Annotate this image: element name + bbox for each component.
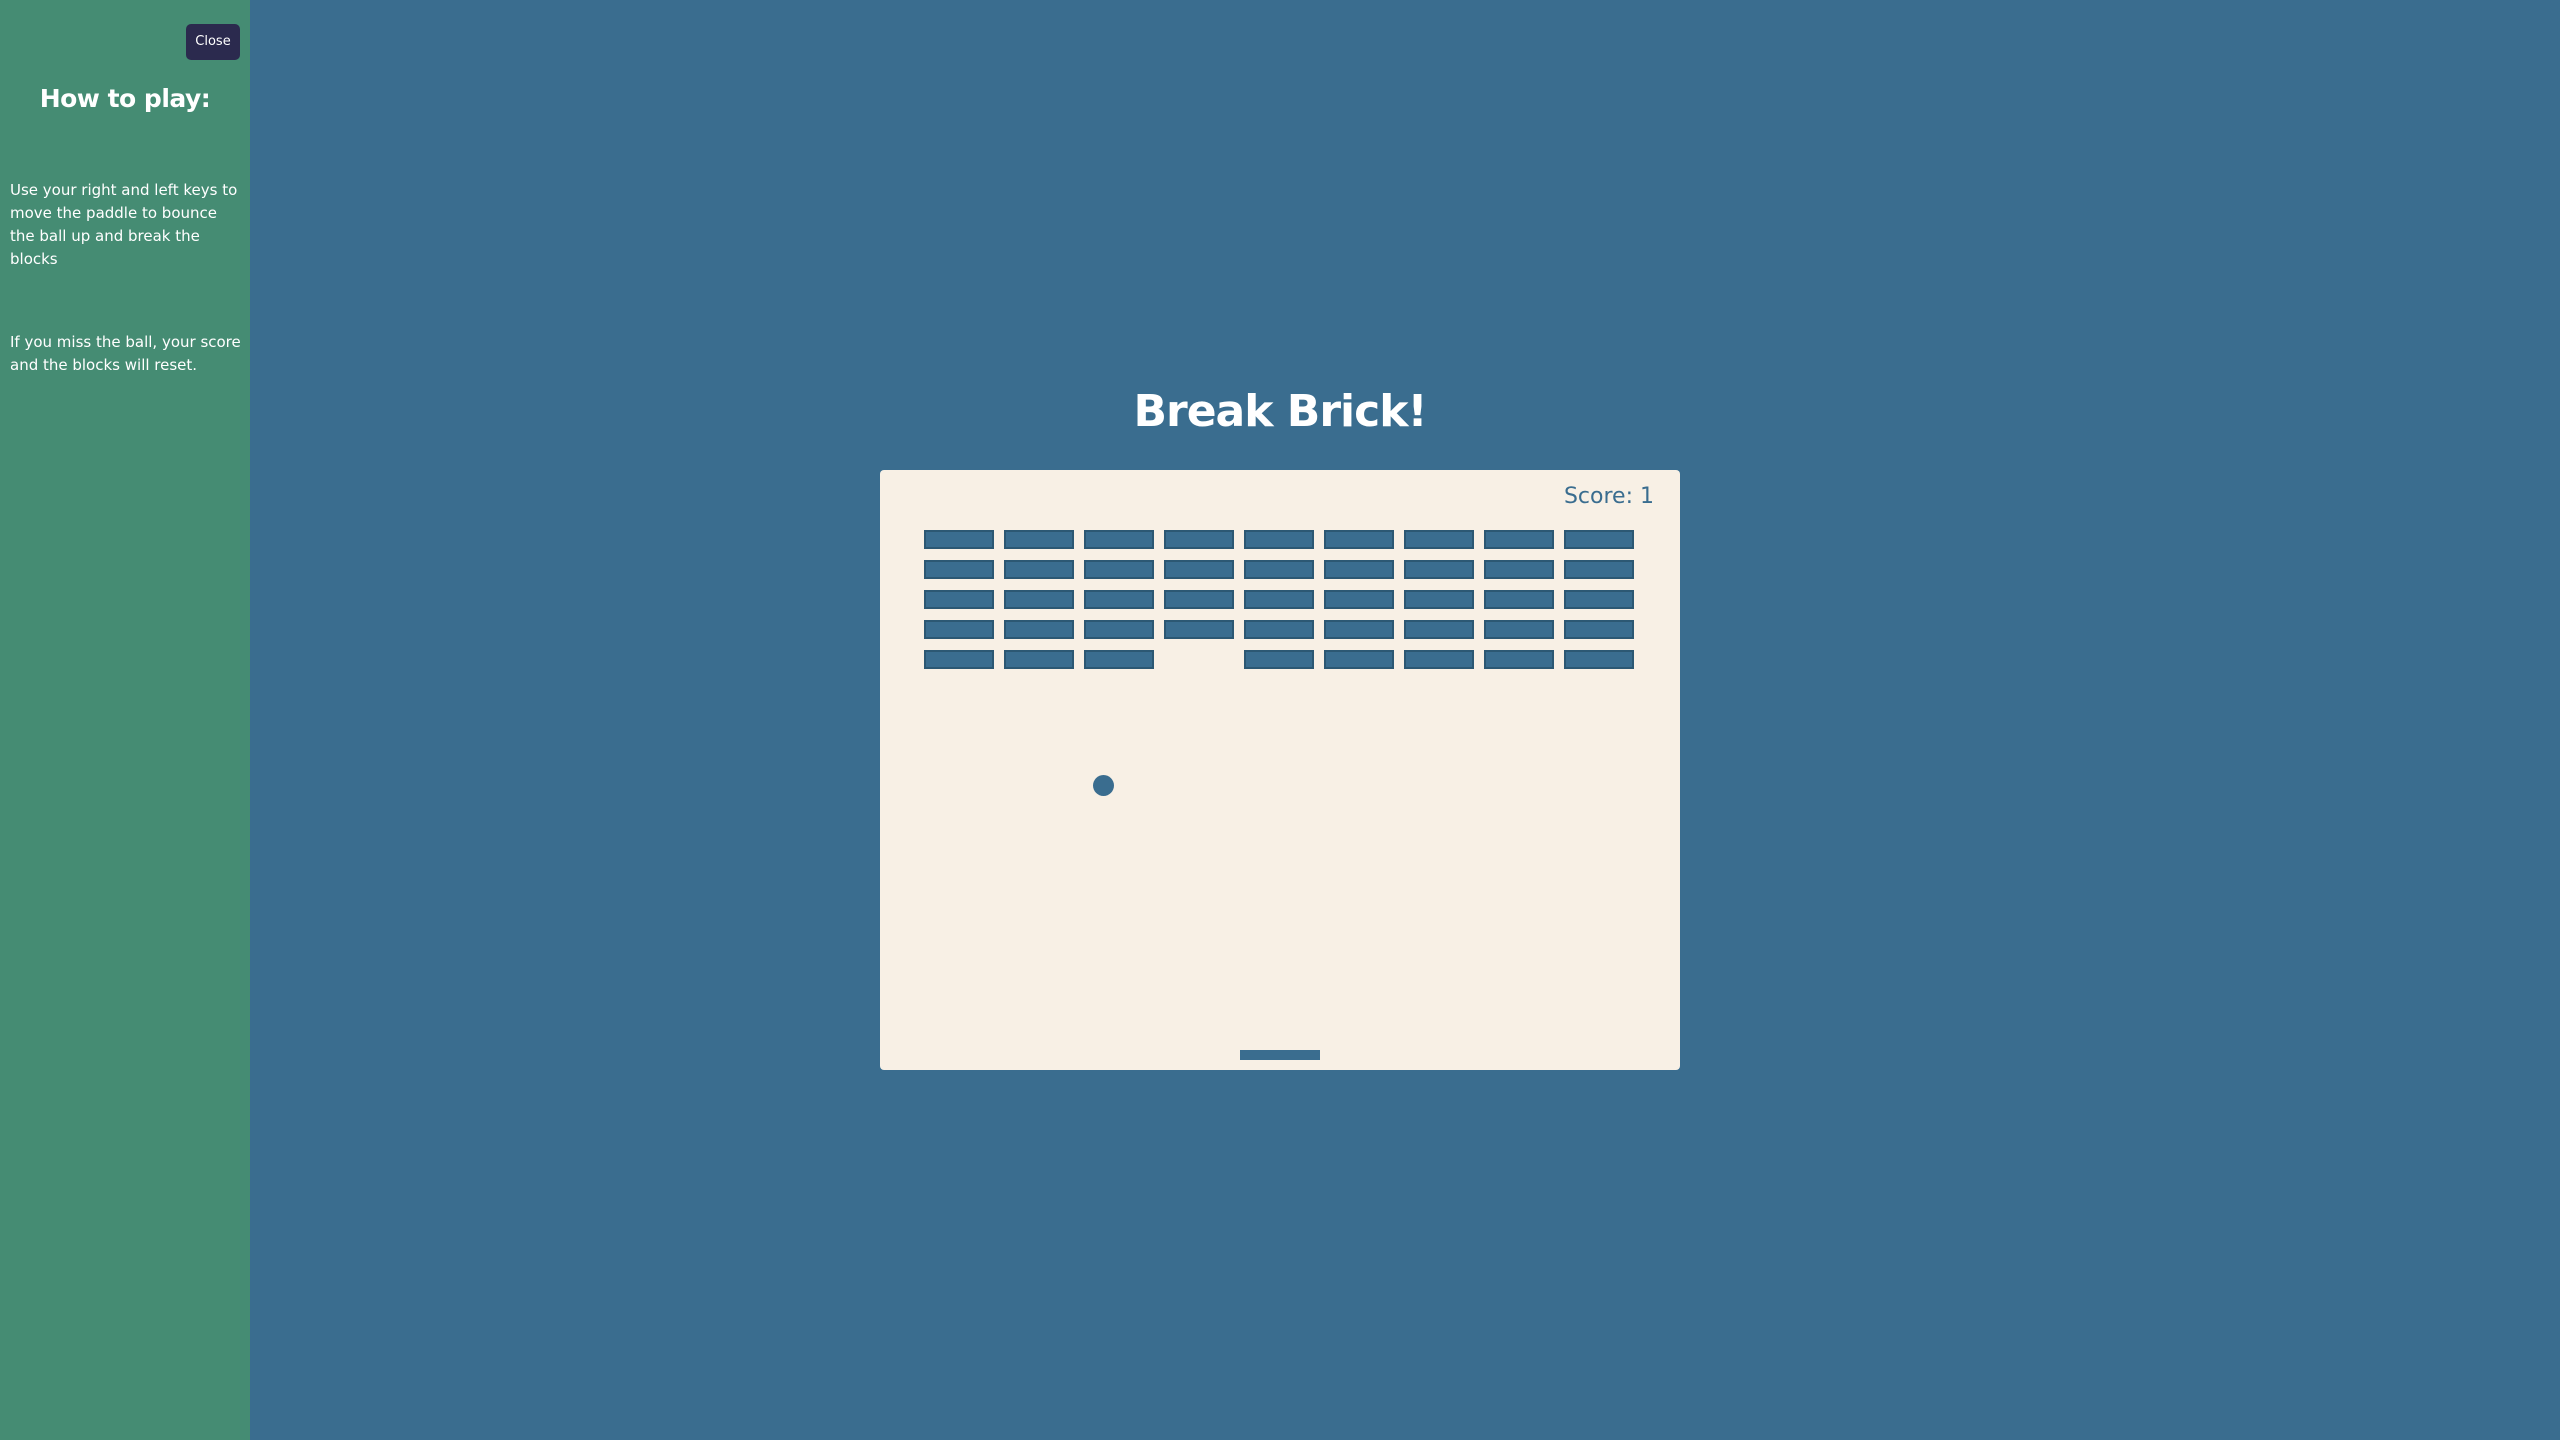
brick: [1484, 530, 1554, 549]
ball: [1093, 775, 1114, 796]
paddle[interactable]: [1240, 1050, 1320, 1060]
brick: [924, 620, 994, 639]
brick: [1324, 620, 1394, 639]
brick: [1324, 590, 1394, 609]
brick: [924, 590, 994, 609]
brick: [1164, 560, 1234, 579]
brick: [1084, 530, 1154, 549]
brick: [1164, 620, 1234, 639]
brick: [1404, 530, 1474, 549]
brick: [1564, 620, 1634, 639]
brick: [924, 650, 994, 669]
score-display: Score: 1: [1564, 484, 1654, 509]
brick: [1244, 530, 1314, 549]
brick: [1484, 650, 1554, 669]
brick: [1244, 650, 1314, 669]
brick: [1084, 650, 1154, 669]
brick: [1564, 590, 1634, 609]
brick: [1164, 590, 1234, 609]
brick: [1564, 530, 1634, 549]
brick: [1404, 590, 1474, 609]
brick: [1004, 620, 1074, 639]
brick: [1084, 560, 1154, 579]
brick: [1484, 620, 1554, 639]
brick: [1004, 590, 1074, 609]
brick: [1484, 560, 1554, 579]
reset-rule-text: If you miss the ball, your score and the…: [10, 333, 241, 374]
brick: [1244, 560, 1314, 579]
score-value: 1: [1640, 484, 1654, 509]
how-to-play-sidebar: Close How to play: Use your right and le…: [0, 0, 250, 1440]
brick: [1404, 620, 1474, 639]
game-canvas[interactable]: Score: 1: [880, 470, 1680, 1070]
brick: [1484, 590, 1554, 609]
brick: [1324, 530, 1394, 549]
brick: [1084, 590, 1154, 609]
brick: [1564, 650, 1634, 669]
brick: [1004, 650, 1074, 669]
brick: [1084, 620, 1154, 639]
how-to-play-title: How to play:: [39, 84, 211, 113]
score-label: Score:: [1563, 484, 1633, 509]
brick: [1324, 650, 1394, 669]
brick: [1404, 560, 1474, 579]
brick: [1244, 620, 1314, 639]
instructions-text: Use your right and left keys to move the…: [10, 181, 238, 268]
brick: [1324, 560, 1394, 579]
game-title: Break Brick!: [1133, 386, 1427, 437]
brick: [1004, 530, 1074, 549]
brick: [1164, 530, 1234, 549]
brick: [1564, 560, 1634, 579]
brick: [1244, 590, 1314, 609]
brick: [1004, 560, 1074, 579]
close-button[interactable]: Close: [186, 24, 240, 60]
brick: [1404, 650, 1474, 669]
brick: [924, 560, 994, 579]
brick: [924, 530, 994, 549]
